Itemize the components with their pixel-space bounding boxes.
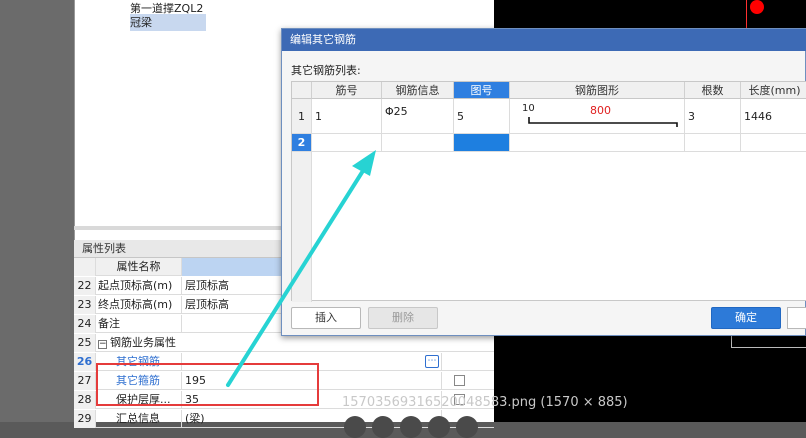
viewer-toolbar-button[interactable]: [400, 416, 422, 438]
viewer-toolbar-button[interactable]: [456, 416, 478, 438]
viewer-toolbar-button[interactable]: [428, 416, 450, 438]
viewer-toolbar-button[interactable]: [344, 416, 366, 438]
annotation-arrow: [226, 150, 376, 387]
viewer-toolbar-button[interactable]: [372, 416, 394, 438]
image-filename-watermark: 15703569316520048583.png (1570 × 885): [342, 395, 628, 410]
